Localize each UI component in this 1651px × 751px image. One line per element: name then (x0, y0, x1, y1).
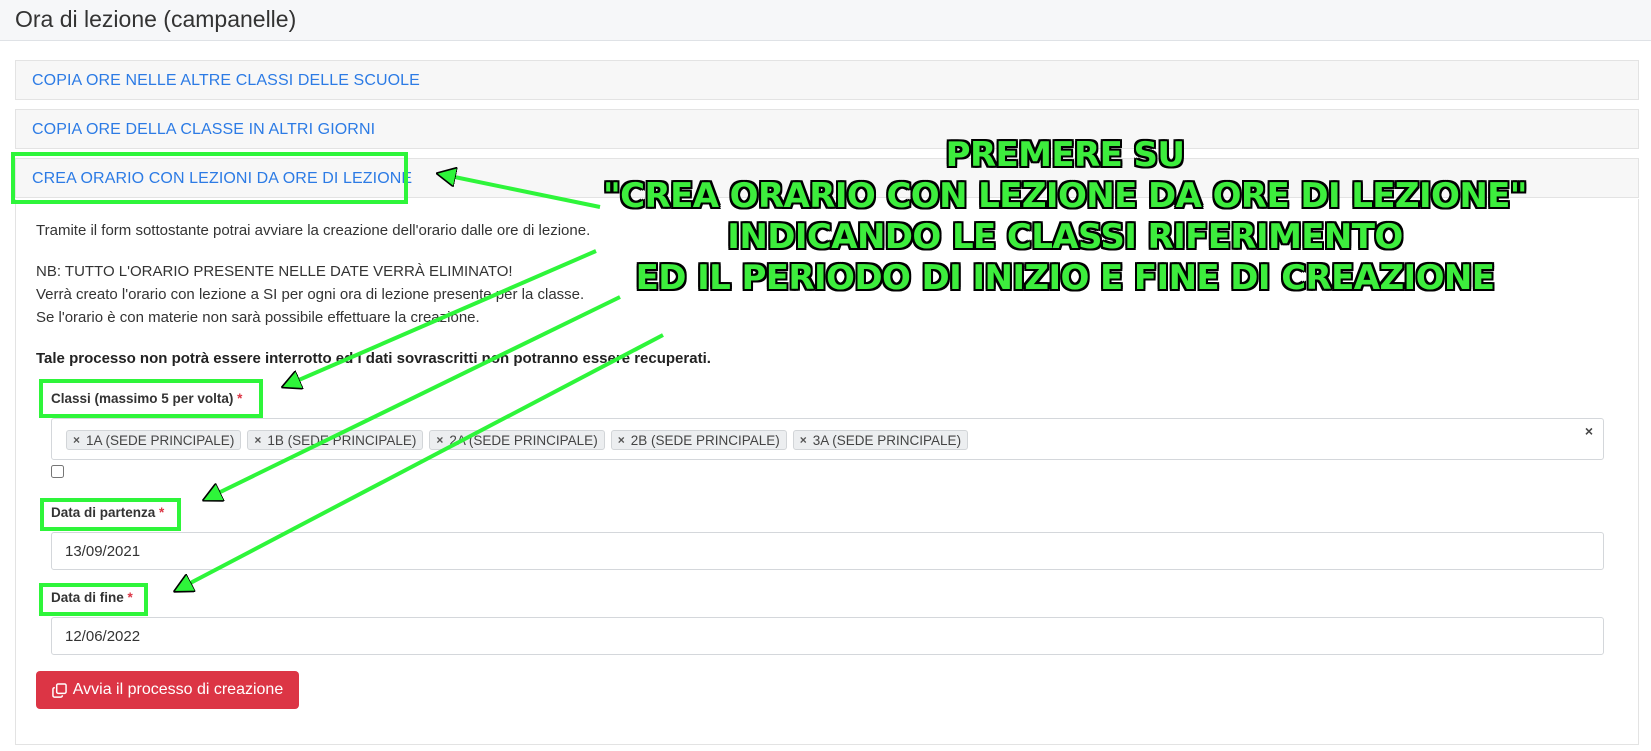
arrow-to-data-fine (177, 333, 664, 590)
callout-line: INDICANDO LE CLASSI RIFERIMENTO (727, 217, 1403, 257)
callout-line: PREMERE SU (945, 135, 1185, 175)
arrow-to-data-partenza (206, 295, 621, 499)
arrow-to-classi (285, 249, 597, 386)
annotation-arrows (0, 0, 664, 751)
callout-line: ED IL PERIODO DI INIZIO E FINE DI CREAZI… (635, 258, 1495, 298)
instruction-callout: PREMERE SU "CREA ORARIO CON LEZIONE DA O… (585, 135, 1545, 299)
callout-line: "CREA ORARIO CON LEZIONE DA ORE DI LEZIO… (603, 176, 1527, 216)
arrow-to-accordion (440, 174, 601, 209)
